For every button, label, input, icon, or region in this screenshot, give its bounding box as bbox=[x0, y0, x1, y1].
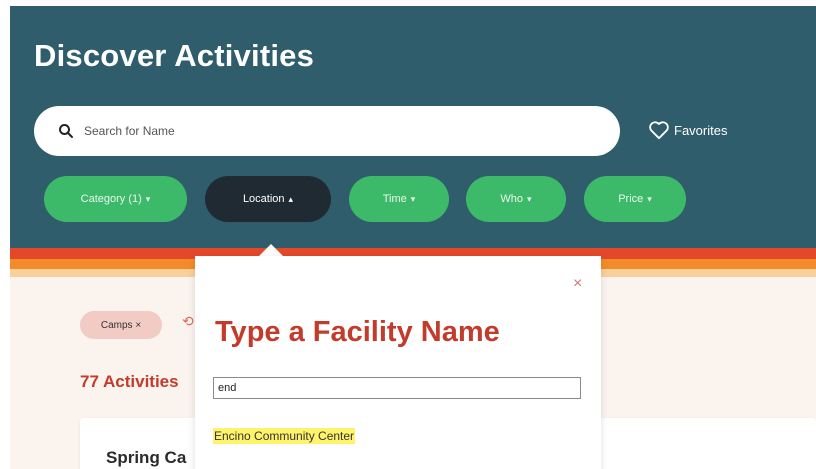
tag-remove-icon[interactable]: × bbox=[135, 320, 141, 331]
location-popover: × Type a Facility Name Encino Community … bbox=[195, 256, 601, 469]
search-icon bbox=[59, 124, 73, 138]
reset-filters-icon[interactable]: ⟲ bbox=[182, 313, 194, 330]
chevron-up-icon: ▴ bbox=[288, 193, 294, 204]
page-title: Discover Activities bbox=[34, 38, 315, 73]
favorites-button[interactable]: Favorites bbox=[648, 120, 727, 140]
filter-price-label: Price bbox=[618, 193, 644, 205]
facility-name-input[interactable] bbox=[213, 377, 581, 399]
active-filter-tag[interactable]: Camps × bbox=[80, 311, 162, 339]
search-input[interactable] bbox=[84, 124, 564, 138]
facility-suggestion[interactable]: Encino Community Center bbox=[213, 428, 356, 444]
filter-time-label: Time bbox=[382, 193, 407, 205]
popover-heading: Type a Facility Name bbox=[215, 316, 500, 348]
popover-caret bbox=[259, 244, 283, 256]
tag-label: Camps bbox=[100, 319, 133, 331]
filter-time[interactable]: Time ▾ bbox=[349, 176, 449, 222]
filter-category-label: Category (1) bbox=[80, 193, 142, 205]
filter-location[interactable]: Location ▴ bbox=[205, 176, 331, 222]
filter-category[interactable]: Category (1) ▾ bbox=[44, 176, 187, 222]
filter-who[interactable]: Who ▾ bbox=[466, 176, 566, 222]
search-box[interactable] bbox=[34, 106, 620, 156]
activity-card-title: Spring Ca bbox=[106, 448, 187, 467]
filter-location-label: Location bbox=[242, 193, 285, 205]
filter-who-label: Who bbox=[500, 193, 524, 205]
chevron-down-icon: ▾ bbox=[145, 193, 151, 204]
chevron-down-icon: ▾ bbox=[410, 193, 416, 204]
heart-icon bbox=[649, 121, 669, 140]
filter-price[interactable]: Price ▾ bbox=[584, 176, 686, 222]
favorites-label: Favorites bbox=[674, 122, 728, 138]
chevron-down-icon: ▾ bbox=[527, 193, 532, 204]
results-count: 77 Activities bbox=[80, 372, 179, 391]
close-icon[interactable]: × bbox=[573, 276, 582, 292]
chevron-down-icon: ▾ bbox=[647, 193, 652, 204]
